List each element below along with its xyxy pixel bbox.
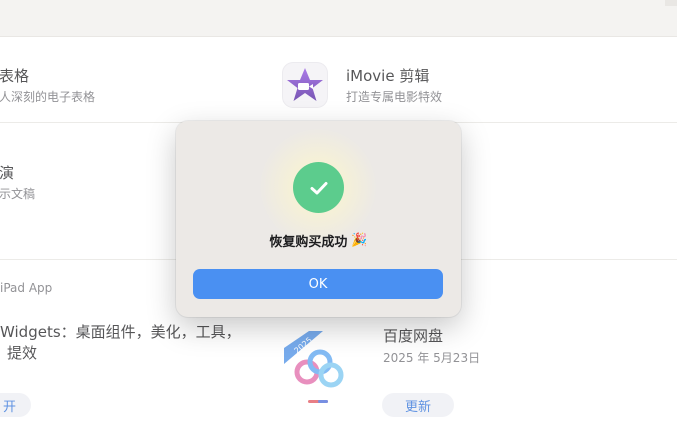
ok-button[interactable]: OK bbox=[193, 269, 443, 299]
dialog-message-row: 恢复购买成功 🎉 bbox=[176, 231, 461, 250]
restore-purchase-dialog: 恢复购买成功 🎉 OK bbox=[176, 121, 461, 317]
dialog-message: 恢复购买成功 bbox=[269, 235, 348, 250]
success-check-icon bbox=[293, 162, 344, 213]
party-popper-icon: 🎉 bbox=[351, 233, 368, 248]
